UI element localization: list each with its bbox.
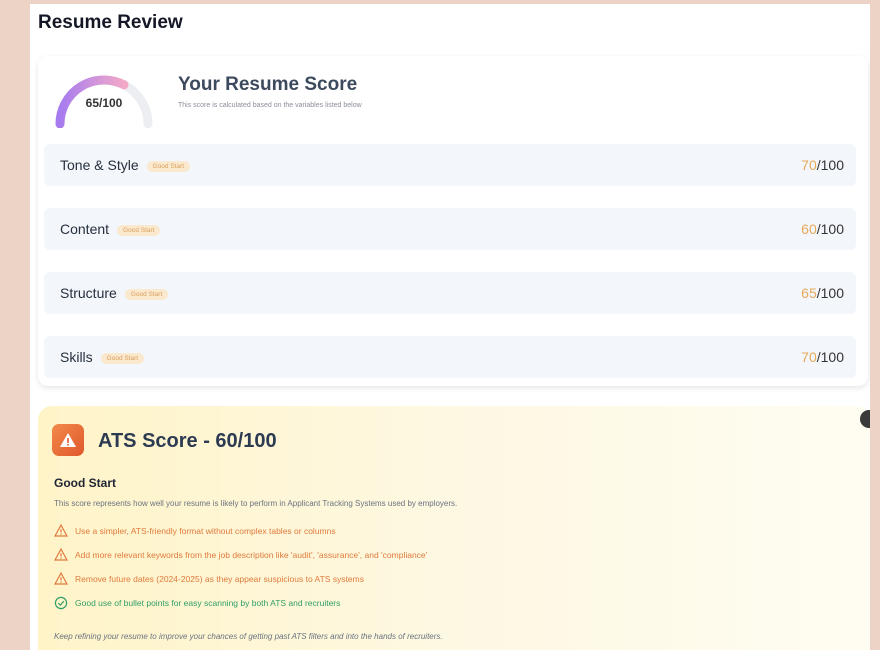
category-score: 70/100 bbox=[801, 157, 844, 173]
ats-subtitle: Good Start bbox=[54, 476, 116, 490]
score-title: Your Resume Score bbox=[178, 74, 358, 95]
status-badge: Good Start bbox=[124, 288, 169, 300]
category-score: 60/100 bbox=[801, 221, 844, 237]
category-name: Tone & Style bbox=[60, 157, 139, 173]
category-row-skills: Skills Good Start 70/100 bbox=[44, 336, 856, 378]
category-name: Content bbox=[60, 221, 110, 237]
score-gauge: 65/100 bbox=[52, 70, 156, 129]
ats-score-card: ATS Score - 60/100 Good Start This score… bbox=[38, 406, 870, 650]
category-name: Skills bbox=[60, 349, 93, 365]
category-row-tone-style: Tone & Style Good Start 70/100 bbox=[44, 144, 856, 186]
resume-score-card: 65/100 Your Resume Score This score is c… bbox=[38, 56, 868, 386]
resume-review-panel: Resume Review 65/100 Your Resume Score T… bbox=[30, 4, 870, 650]
status-badge: Good Start bbox=[117, 224, 161, 236]
category-name: Structure bbox=[60, 285, 117, 301]
warning-icon bbox=[54, 548, 68, 561]
check-circle-icon bbox=[54, 596, 68, 610]
category-score: 65/100 bbox=[801, 285, 844, 301]
category-score: 70/100 bbox=[801, 349, 844, 365]
score-subtitle: This score is calculated based on the va… bbox=[178, 102, 362, 109]
ats-footer-note: Keep refining your resume to improve you… bbox=[54, 632, 443, 641]
close-icon[interactable] bbox=[860, 410, 870, 428]
category-row-structure: Structure Good Start 65/100 bbox=[44, 272, 856, 314]
ats-description: This score represents how well your resu… bbox=[54, 499, 458, 508]
score-value: 65/100 bbox=[85, 96, 123, 110]
ats-title: ATS Score - 60/100 bbox=[98, 430, 277, 452]
page-title: Resume Review bbox=[38, 12, 183, 33]
status-badge: Good Start bbox=[146, 160, 191, 172]
warning-icon bbox=[54, 524, 68, 537]
category-row-content: Content Good Start 60/100 bbox=[44, 208, 856, 250]
warning-icon bbox=[52, 424, 84, 456]
status-badge: Good Start bbox=[100, 352, 145, 364]
warning-icon bbox=[54, 572, 68, 585]
